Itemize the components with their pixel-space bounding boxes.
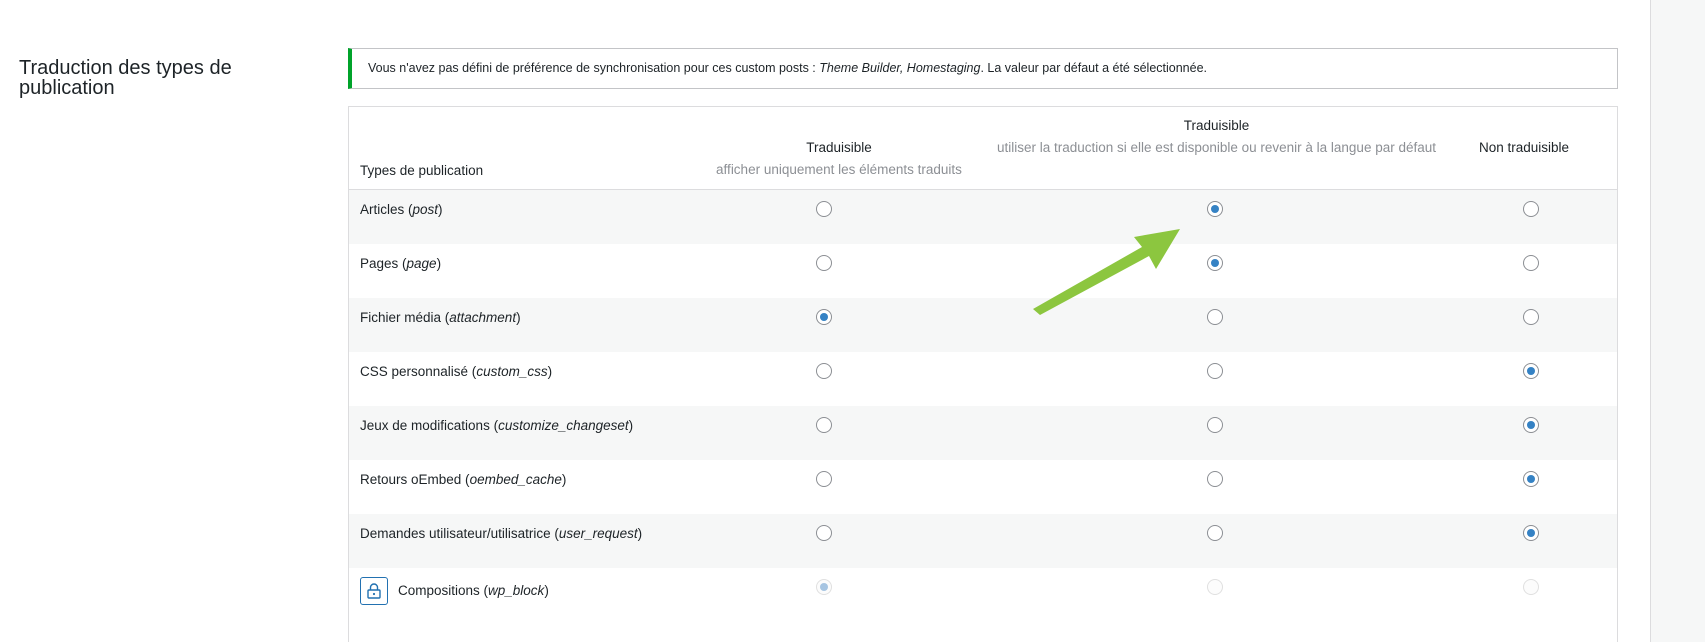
header-col1-label: Traduisible	[806, 140, 872, 155]
post-type-name: Articles (	[360, 202, 413, 217]
radio-translatable-only[interactable]	[816, 525, 832, 541]
table-row: Retours oEmbed (oembed_cache)	[349, 460, 1617, 514]
row-label: Compositions (wp_block)	[398, 583, 549, 598]
post-type-name: Jeux de modifications (	[360, 418, 499, 433]
radio-translatable-fallback[interactable]	[1207, 255, 1223, 271]
header-not-translatable: Non traduisible	[1454, 137, 1594, 159]
header-col3-label: Non traduisible	[1478, 140, 1570, 155]
table-row: Pages (page)	[349, 244, 1617, 298]
radio-translatable-fallback	[1207, 579, 1223, 595]
table-row: Fichier média (attachment)	[349, 298, 1617, 352]
radio-translatable-only[interactable]	[816, 417, 832, 433]
header-col1-sub: afficher uniquement les éléments traduit…	[716, 162, 962, 177]
post-type-name: CSS personnalisé (	[360, 364, 477, 379]
notice-emphasis: Theme Builder, Homestaging	[819, 61, 981, 75]
header-translatable-fallback: Traduisible utiliser la traduction si el…	[989, 115, 1444, 159]
radio-not-translatable[interactable]	[1523, 255, 1539, 271]
row-label: CSS personnalisé (custom_css)	[360, 364, 553, 379]
radio-translatable-only	[816, 579, 832, 595]
radio-not-translatable[interactable]	[1523, 525, 1539, 541]
post-type-name: Fichier média (	[360, 310, 450, 325]
radio-translatable-only[interactable]	[816, 255, 832, 271]
radio-not-translatable[interactable]	[1523, 309, 1539, 325]
header-col2-label: Traduisible	[1183, 118, 1250, 133]
post-types-table: Types de publication Traduisible affiche…	[348, 106, 1618, 642]
radio-not-translatable	[1523, 579, 1539, 595]
radio-translatable-only[interactable]	[816, 309, 832, 325]
radio-translatable-fallback[interactable]	[1207, 525, 1223, 541]
row-label: Pages (page)	[360, 256, 442, 271]
post-type-slug: post	[412, 202, 439, 217]
radio-translatable-fallback[interactable]	[1207, 309, 1223, 325]
scrollbar-area[interactable]	[1650, 0, 1705, 642]
sync-notice: Vous n'avez pas défini de préférence de …	[348, 48, 1618, 89]
post-type-name: Retours oEmbed (	[360, 472, 470, 487]
post-type-slug: attachment	[449, 310, 517, 325]
post-type-slug: customize_changeset	[498, 418, 629, 433]
radio-translatable-only[interactable]	[816, 201, 832, 217]
lock-icon[interactable]	[360, 577, 388, 605]
radio-translatable-fallback[interactable]	[1207, 363, 1223, 379]
radio-translatable-fallback[interactable]	[1207, 471, 1223, 487]
row-label: Demandes utilisateur/utilisatrice (user_…	[360, 526, 643, 541]
table-row: Demandes utilisateur/utilisatrice (user_…	[349, 514, 1617, 568]
radio-translatable-fallback[interactable]	[1207, 417, 1223, 433]
radio-not-translatable[interactable]	[1523, 471, 1539, 487]
header-translatable-only: Traduisible afficher uniquement les élém…	[684, 137, 994, 181]
section-title: Traduction des types de publication	[19, 57, 232, 99]
post-type-slug: user_request	[558, 526, 638, 541]
settings-page: Traduction des types de publication Vous…	[0, 0, 1705, 642]
radio-translatable-only[interactable]	[816, 471, 832, 487]
post-type-slug: wp_block	[488, 583, 545, 598]
header-types: Types de publication	[360, 163, 484, 178]
post-type-name: Pages (	[360, 256, 407, 271]
post-type-slug: page	[406, 256, 437, 271]
header-col2-sub: utiliser la traduction si elle est dispo…	[996, 140, 1436, 155]
table-row: CSS personnalisé (custom_css)	[349, 352, 1617, 406]
row-label: Articles (post)	[360, 202, 443, 217]
table-row: Articles (post)	[349, 190, 1617, 244]
row-label: Retours oEmbed (oembed_cache)	[360, 472, 567, 487]
radio-not-translatable[interactable]	[1523, 417, 1539, 433]
table-header: Types de publication Traduisible affiche…	[349, 107, 1617, 190]
radio-not-translatable[interactable]	[1523, 363, 1539, 379]
radio-translatable-only[interactable]	[816, 363, 832, 379]
radio-translatable-fallback[interactable]	[1207, 201, 1223, 217]
table-row: Compositions (wp_block)	[349, 568, 1617, 622]
post-type-slug: oembed_cache	[469, 472, 562, 487]
post-type-slug: custom_css	[476, 364, 548, 379]
table-row: Jeux de modifications (customize_changes…	[349, 406, 1617, 460]
notice-text-before: Vous n'avez pas défini de préférence de …	[368, 61, 820, 75]
post-type-name: Demandes utilisateur/utilisatrice (	[360, 526, 559, 541]
row-label: Fichier média (attachment)	[360, 310, 521, 325]
row-label: Jeux de modifications (customize_changes…	[360, 418, 634, 433]
post-type-name: Compositions (	[398, 583, 489, 598]
radio-not-translatable[interactable]	[1523, 201, 1539, 217]
notice-text-after: . La valeur par défaut a été sélectionné…	[980, 61, 1208, 75]
